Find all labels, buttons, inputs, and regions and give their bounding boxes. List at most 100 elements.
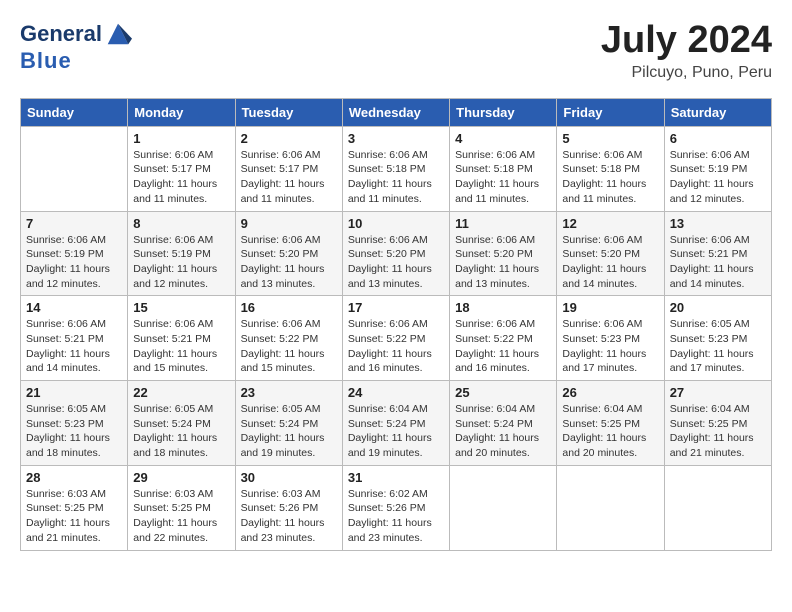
- day-number: 2: [241, 131, 337, 146]
- day-number: 1: [133, 131, 229, 146]
- day-info: Sunrise: 6:04 AMSunset: 5:25 PMDaylight:…: [670, 402, 766, 461]
- day-info: Sunrise: 6:06 AMSunset: 5:17 PMDaylight:…: [241, 148, 337, 207]
- day-number: 9: [241, 216, 337, 231]
- day-info: Sunrise: 6:06 AMSunset: 5:18 PMDaylight:…: [562, 148, 658, 207]
- day-number: 19: [562, 300, 658, 315]
- day-info: Sunrise: 6:06 AMSunset: 5:21 PMDaylight:…: [133, 317, 229, 376]
- calendar-cell: 19 Sunrise: 6:06 AMSunset: 5:23 PMDayligh…: [557, 296, 664, 381]
- logo-text-blue: Blue: [20, 48, 72, 74]
- day-number: 14: [26, 300, 122, 315]
- day-number: 22: [133, 385, 229, 400]
- calendar-cell: 3 Sunrise: 6:06 AMSunset: 5:18 PMDaylight…: [342, 126, 449, 211]
- day-info: Sunrise: 6:06 AMSunset: 5:20 PMDaylight:…: [241, 233, 337, 292]
- day-number: 21: [26, 385, 122, 400]
- day-info: Sunrise: 6:03 AMSunset: 5:26 PMDaylight:…: [241, 487, 337, 546]
- day-number: 5: [562, 131, 658, 146]
- day-info: Sunrise: 6:04 AMSunset: 5:25 PMDaylight:…: [562, 402, 658, 461]
- calendar-week-row: 14 Sunrise: 6:06 AMSunset: 5:21 PMDayligh…: [21, 296, 772, 381]
- calendar-cell: 9 Sunrise: 6:06 AMSunset: 5:20 PMDaylight…: [235, 211, 342, 296]
- day-info: Sunrise: 6:06 AMSunset: 5:23 PMDaylight:…: [562, 317, 658, 376]
- day-info: Sunrise: 6:06 AMSunset: 5:22 PMDaylight:…: [348, 317, 444, 376]
- calendar-week-row: 1 Sunrise: 6:06 AMSunset: 5:17 PMDaylight…: [21, 126, 772, 211]
- day-number: 6: [670, 131, 766, 146]
- weekday-header-saturday: Saturday: [664, 98, 771, 126]
- day-number: 3: [348, 131, 444, 146]
- day-info: Sunrise: 6:05 AMSunset: 5:24 PMDaylight:…: [241, 402, 337, 461]
- weekday-header-row: SundayMondayTuesdayWednesdayThursdayFrid…: [21, 98, 772, 126]
- logo-icon: [104, 20, 132, 48]
- calendar-cell: 6 Sunrise: 6:06 AMSunset: 5:19 PMDaylight…: [664, 126, 771, 211]
- calendar-cell: 28Sunrise: 6:03 AMSunset: 5:25 PMDayligh…: [21, 465, 128, 550]
- calendar-cell: 24Sunrise: 6:04 AMSunset: 5:24 PMDayligh…: [342, 381, 449, 466]
- day-number: 8: [133, 216, 229, 231]
- calendar-cell: 16 Sunrise: 6:06 AMSunset: 5:22 PMDayligh…: [235, 296, 342, 381]
- day-number: 4: [455, 131, 551, 146]
- calendar-cell: 23 Sunrise: 6:05 AMSunset: 5:24 PMDayligh…: [235, 381, 342, 466]
- day-info: Sunrise: 6:06 AMSunset: 5:20 PMDaylight:…: [455, 233, 551, 292]
- day-info: Sunrise: 6:04 AMSunset: 5:24 PMDaylight:…: [348, 402, 444, 461]
- day-number: 31: [348, 470, 444, 485]
- day-number: 15: [133, 300, 229, 315]
- day-number: 17: [348, 300, 444, 315]
- calendar-cell: 4Sunrise: 6:06 AMSunset: 5:18 PMDaylight…: [450, 126, 557, 211]
- day-number: 23: [241, 385, 337, 400]
- day-info: Sunrise: 6:05 AMSunset: 5:24 PMDaylight:…: [133, 402, 229, 461]
- calendar-cell: 5 Sunrise: 6:06 AMSunset: 5:18 PMDaylight…: [557, 126, 664, 211]
- day-info: Sunrise: 6:06 AMSunset: 5:21 PMDaylight:…: [670, 233, 766, 292]
- day-info: Sunrise: 6:03 AMSunset: 5:25 PMDaylight:…: [133, 487, 229, 546]
- day-number: 11: [455, 216, 551, 231]
- calendar-cell: 20 Sunrise: 6:05 AMSunset: 5:23 PMDayligh…: [664, 296, 771, 381]
- day-number: 20: [670, 300, 766, 315]
- day-info: Sunrise: 6:06 AMSunset: 5:19 PMDaylight:…: [670, 148, 766, 207]
- day-number: 29: [133, 470, 229, 485]
- day-info: Sunrise: 6:06 AMSunset: 5:20 PMDaylight:…: [348, 233, 444, 292]
- weekday-header-friday: Friday: [557, 98, 664, 126]
- day-info: Sunrise: 6:06 AMSunset: 5:22 PMDaylight:…: [241, 317, 337, 376]
- location-title: Pilcuyo, Puno, Peru: [601, 64, 772, 82]
- day-number: 27: [670, 385, 766, 400]
- calendar-cell: 14Sunrise: 6:06 AMSunset: 5:21 PMDayligh…: [21, 296, 128, 381]
- logo-text-general: General: [20, 22, 102, 46]
- logo: General Blue: [20, 20, 132, 74]
- calendar-cell: 29 Sunrise: 6:03 AMSunset: 5:25 PMDayligh…: [128, 465, 235, 550]
- day-info: Sunrise: 6:06 AMSunset: 5:22 PMDaylight:…: [455, 317, 551, 376]
- day-info: Sunrise: 6:02 AMSunset: 5:26 PMDaylight:…: [348, 487, 444, 546]
- calendar-cell: 22 Sunrise: 6:05 AMSunset: 5:24 PMDayligh…: [128, 381, 235, 466]
- day-number: 13: [670, 216, 766, 231]
- calendar-cell: 11 Sunrise: 6:06 AMSunset: 5:20 PMDayligh…: [450, 211, 557, 296]
- calendar-week-row: 28Sunrise: 6:03 AMSunset: 5:25 PMDayligh…: [21, 465, 772, 550]
- calendar-cell: [21, 126, 128, 211]
- calendar-cell: 1 Sunrise: 6:06 AMSunset: 5:17 PMDaylight…: [128, 126, 235, 211]
- calendar-table: SundayMondayTuesdayWednesdayThursdayFrid…: [20, 98, 772, 551]
- weekday-header-thursday: Thursday: [450, 98, 557, 126]
- calendar-week-row: 21Sunrise: 6:05 AMSunset: 5:23 PMDayligh…: [21, 381, 772, 466]
- day-number: 7: [26, 216, 122, 231]
- calendar-cell: 27 Sunrise: 6:04 AMSunset: 5:25 PMDayligh…: [664, 381, 771, 466]
- weekday-header-sunday: Sunday: [21, 98, 128, 126]
- day-number: 25: [455, 385, 551, 400]
- day-info: Sunrise: 6:06 AMSunset: 5:18 PMDaylight:…: [348, 148, 444, 207]
- day-info: Sunrise: 6:06 AMSunset: 5:19 PMDaylight:…: [26, 233, 122, 292]
- day-info: Sunrise: 6:06 AMSunset: 5:20 PMDaylight:…: [562, 233, 658, 292]
- day-info: Sunrise: 6:03 AMSunset: 5:25 PMDaylight:…: [26, 487, 122, 546]
- day-number: 16: [241, 300, 337, 315]
- weekday-header-wednesday: Wednesday: [342, 98, 449, 126]
- calendar-cell: [450, 465, 557, 550]
- calendar-cell: 21Sunrise: 6:05 AMSunset: 5:23 PMDayligh…: [21, 381, 128, 466]
- calendar-cell: 18 Sunrise: 6:06 AMSunset: 5:22 PMDayligh…: [450, 296, 557, 381]
- title-block: July 2024 Pilcuyo, Puno, Peru: [601, 20, 772, 82]
- calendar-cell: 12Sunrise: 6:06 AMSunset: 5:20 PMDayligh…: [557, 211, 664, 296]
- weekday-header-monday: Monday: [128, 98, 235, 126]
- calendar-cell: 25 Sunrise: 6:04 AMSunset: 5:24 PMDayligh…: [450, 381, 557, 466]
- month-title: July 2024: [601, 20, 772, 62]
- calendar-cell: 31 Sunrise: 6:02 AMSunset: 5:26 PMDayligh…: [342, 465, 449, 550]
- calendar-cell: 10Sunrise: 6:06 AMSunset: 5:20 PMDayligh…: [342, 211, 449, 296]
- day-info: Sunrise: 6:06 AMSunset: 5:17 PMDaylight:…: [133, 148, 229, 207]
- calendar-cell: [557, 465, 664, 550]
- calendar-cell: 26 Sunrise: 6:04 AMSunset: 5:25 PMDayligh…: [557, 381, 664, 466]
- day-info: Sunrise: 6:05 AMSunset: 5:23 PMDaylight:…: [670, 317, 766, 376]
- day-number: 26: [562, 385, 658, 400]
- day-info: Sunrise: 6:04 AMSunset: 5:24 PMDaylight:…: [455, 402, 551, 461]
- day-number: 18: [455, 300, 551, 315]
- calendar-cell: 17 Sunrise: 6:06 AMSunset: 5:22 PMDayligh…: [342, 296, 449, 381]
